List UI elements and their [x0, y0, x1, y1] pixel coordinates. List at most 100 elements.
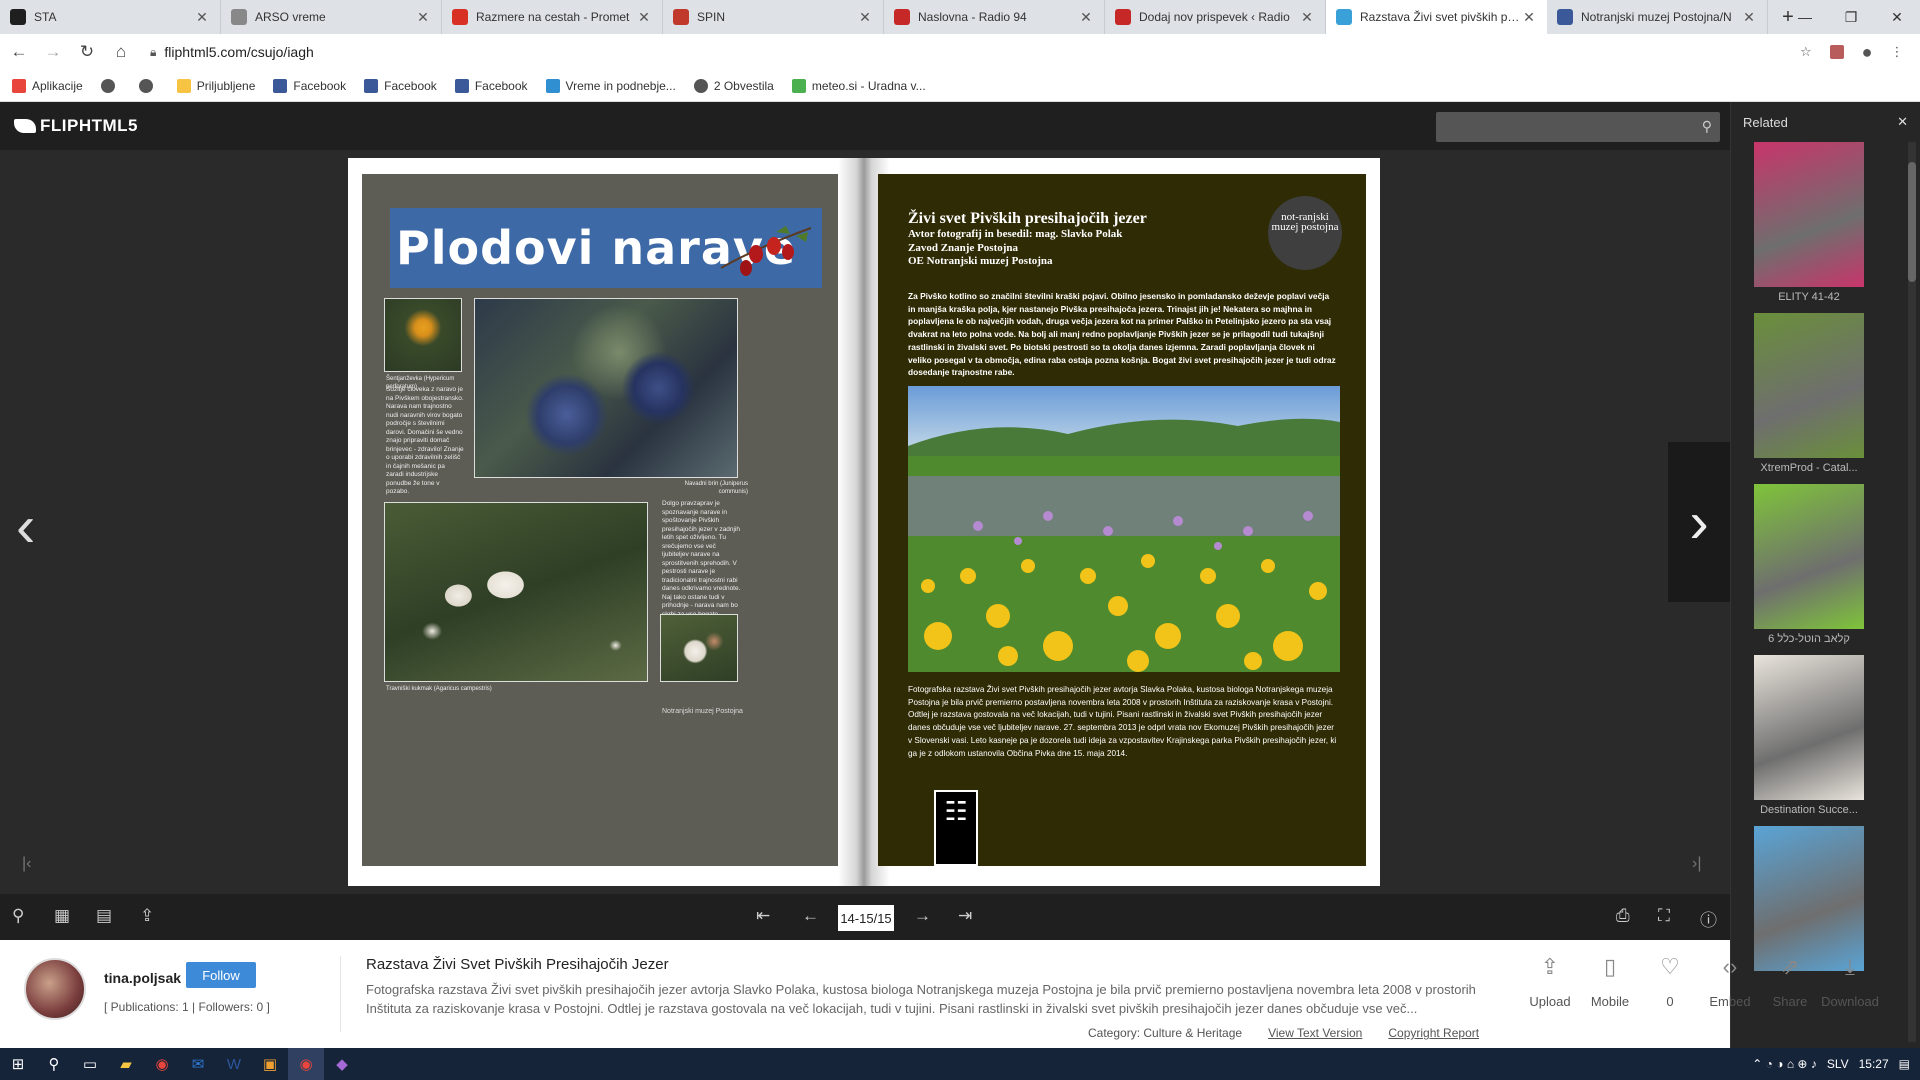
- toc-icon[interactable]: ▤: [96, 906, 112, 926]
- forward-icon[interactable]: →: [38, 37, 68, 67]
- account-icon[interactable]: ●: [1862, 42, 1873, 63]
- back-icon[interactable]: ←: [4, 37, 34, 67]
- star-icon[interactable]: ☆: [1800, 44, 1812, 60]
- chrome-icon[interactable]: ◉: [144, 1048, 180, 1080]
- related-thumbnail[interactable]: [1754, 826, 1864, 971]
- file-explorer-icon[interactable]: ▰: [108, 1048, 144, 1080]
- browser-tab[interactable]: Razmere na cestah - Promet ✕: [442, 0, 663, 34]
- book-spread[interactable]: Plodovi narave Šentjanževka (Hypericum p…: [348, 158, 1380, 886]
- windows-start-icon[interactable]: ⊞: [0, 1048, 36, 1080]
- bookmark-item[interactable]: Facebook: [273, 78, 346, 93]
- page-right: Živi svet Pivških presihajočih jezer Avt…: [878, 174, 1366, 866]
- notifications-icon[interactable]: ▤: [1899, 1057, 1910, 1071]
- embed-button[interactable]: ‹› Embed: [1700, 954, 1760, 1009]
- view-text-link[interactable]: View Text Version: [1268, 1026, 1362, 1040]
- first-page-button[interactable]: ⇤: [756, 906, 770, 926]
- input-language[interactable]: SLV: [1827, 1057, 1849, 1071]
- outro-text: Fotografska razstava Živi svet Pivških p…: [908, 685, 1337, 758]
- close-tab-icon[interactable]: ✕: [857, 9, 873, 26]
- close-tab-icon[interactable]: ✕: [1521, 9, 1537, 26]
- bookmark-item[interactable]: Facebook: [454, 78, 528, 93]
- globe-icon: [138, 78, 153, 93]
- share-button[interactable]: ⇗ Share: [1760, 954, 1820, 1009]
- prev-page-arrow[interactable]: ‹: [16, 498, 35, 556]
- bookmark-item[interactable]: Aplikacije: [12, 78, 83, 93]
- bookmark-item[interactable]: meteo.si - Uradna v...: [791, 78, 926, 93]
- related-item[interactable]: ELITY 41-42: [1754, 142, 1864, 313]
- last-page-button[interactable]: ⇥: [958, 906, 972, 926]
- thumbnails-icon[interactable]: ▦: [54, 906, 70, 926]
- bookmark-item[interactable]: Facebook: [364, 78, 437, 93]
- follow-button[interactable]: Follow: [186, 962, 256, 988]
- search-input[interactable]: ⚲: [1436, 112, 1720, 142]
- word-icon[interactable]: W: [216, 1048, 252, 1080]
- lock-icon: 🔒︎: [150, 44, 157, 59]
- last-page-icon[interactable]: ›|: [1692, 855, 1701, 873]
- tab-title: STA: [34, 10, 57, 24]
- first-page-icon[interactable]: |‹: [22, 855, 31, 873]
- maximize-icon[interactable]: ❐: [1828, 0, 1874, 34]
- download-button[interactable]: ⤓ Download: [1820, 954, 1880, 1009]
- zoom-icon[interactable]: ⚲: [12, 906, 24, 926]
- like-button[interactable]: ♡ 0: [1640, 954, 1700, 1009]
- related-thumbnail[interactable]: [1754, 484, 1864, 629]
- extension-icon[interactable]: [1829, 45, 1844, 59]
- menu-icon[interactable]: ⋮: [1891, 44, 1904, 60]
- close-window-icon[interactable]: ✕: [1874, 0, 1920, 34]
- home-icon[interactable]: ⌂: [106, 37, 136, 67]
- browser-tab[interactable]: SPIN ✕: [663, 0, 884, 34]
- page-number-input[interactable]: 14-15/15: [838, 905, 894, 931]
- search-icon[interactable]: ⚲: [1702, 118, 1712, 135]
- close-tab-icon[interactable]: ✕: [1078, 9, 1094, 26]
- fliphtml5-logo[interactable]: FLIPHTML5: [14, 116, 138, 136]
- print-icon[interactable]: ⎙: [1616, 906, 1630, 926]
- browser-tab[interactable]: ARSO vreme ✕: [221, 0, 442, 34]
- copyright-link[interactable]: Copyright Report: [1388, 1026, 1479, 1040]
- close-tab-icon[interactable]: ✕: [1299, 9, 1315, 26]
- bookmark-item[interactable]: [100, 78, 121, 93]
- related-thumbnail[interactable]: [1754, 313, 1864, 458]
- related-item[interactable]: XtremProd - Catal...: [1754, 313, 1864, 484]
- upload-button[interactable]: ⇪ Upload: [1520, 954, 1580, 1009]
- prev-page-button[interactable]: ←: [802, 906, 819, 926]
- related-scrollbar[interactable]: [1908, 142, 1916, 1042]
- bookmark-item[interactable]: [138, 78, 159, 93]
- close-tab-icon[interactable]: ✕: [636, 9, 652, 26]
- chrome-active-icon[interactable]: ◉: [288, 1048, 324, 1080]
- browser-tab-strip: STA ✕ ARSO vreme ✕ Razmere na cestah - Prome…: [0, 0, 1920, 34]
- browser-tab[interactable]: Naslovna - Radio 94 ✕: [884, 0, 1105, 34]
- related-item[interactable]: קלאב הוטל-כלל 6: [1754, 484, 1864, 655]
- browser-tab[interactable]: Razstava Živi svet pivških presihajočih✕: [1326, 0, 1547, 34]
- fullscreen-icon[interactable]: ⛶: [1658, 906, 1670, 926]
- close-icon[interactable]: ✕: [1897, 114, 1908, 130]
- tray-icons[interactable]: ⌃ ◔ ◑ ⌂ ⊕ ♪: [1752, 1057, 1817, 1071]
- close-tab-icon[interactable]: ✕: [1741, 9, 1757, 26]
- app-icon[interactable]: ◆: [324, 1048, 360, 1080]
- outlook-icon[interactable]: ✉: [180, 1048, 216, 1080]
- related-thumbnail[interactable]: [1754, 142, 1864, 287]
- browser-tab[interactable]: Dodaj nov prispevek ‹ Radio ✕: [1105, 0, 1326, 34]
- related-item[interactable]: Destination Succe...: [1754, 655, 1864, 826]
- browser-tab[interactable]: Notranjski muzej Postojna/N ✕: [1547, 0, 1768, 34]
- info-icon[interactable]: ⓘ: [1700, 906, 1717, 931]
- close-tab-icon[interactable]: ✕: [194, 9, 210, 26]
- photo-viewer-icon[interactable]: ▣: [252, 1048, 288, 1080]
- next-page-arrow[interactable]: ›: [1668, 442, 1730, 602]
- related-thumbnail[interactable]: [1754, 655, 1864, 800]
- bookmark-item[interactable]: Priljubljene: [176, 78, 255, 93]
- browser-tab[interactable]: STA ✕: [0, 0, 221, 34]
- share-icon[interactable]: ⇪: [140, 906, 154, 926]
- next-page-button[interactable]: →: [914, 906, 931, 926]
- task-view-icon[interactable]: ▭: [72, 1048, 108, 1080]
- avatar[interactable]: [24, 958, 86, 1020]
- username[interactable]: tina.poljsak: [104, 970, 181, 986]
- close-tab-icon[interactable]: ✕: [415, 9, 431, 26]
- address-bar[interactable]: 🔒︎ fliphtml5.com/csujo/iagh: [150, 37, 1790, 67]
- reload-icon[interactable]: ↻: [72, 37, 102, 67]
- clock[interactable]: 15:27: [1859, 1057, 1889, 1071]
- bookmark-item[interactable]: Vreme in podnebje...: [545, 78, 676, 93]
- minimize-icon[interactable]: —: [1782, 0, 1828, 34]
- search-icon[interactable]: ⚲: [36, 1048, 72, 1080]
- mobile-button[interactable]: ▯ Mobile: [1580, 954, 1640, 1009]
- bookmark-item[interactable]: 2 Obvestila: [693, 78, 774, 93]
